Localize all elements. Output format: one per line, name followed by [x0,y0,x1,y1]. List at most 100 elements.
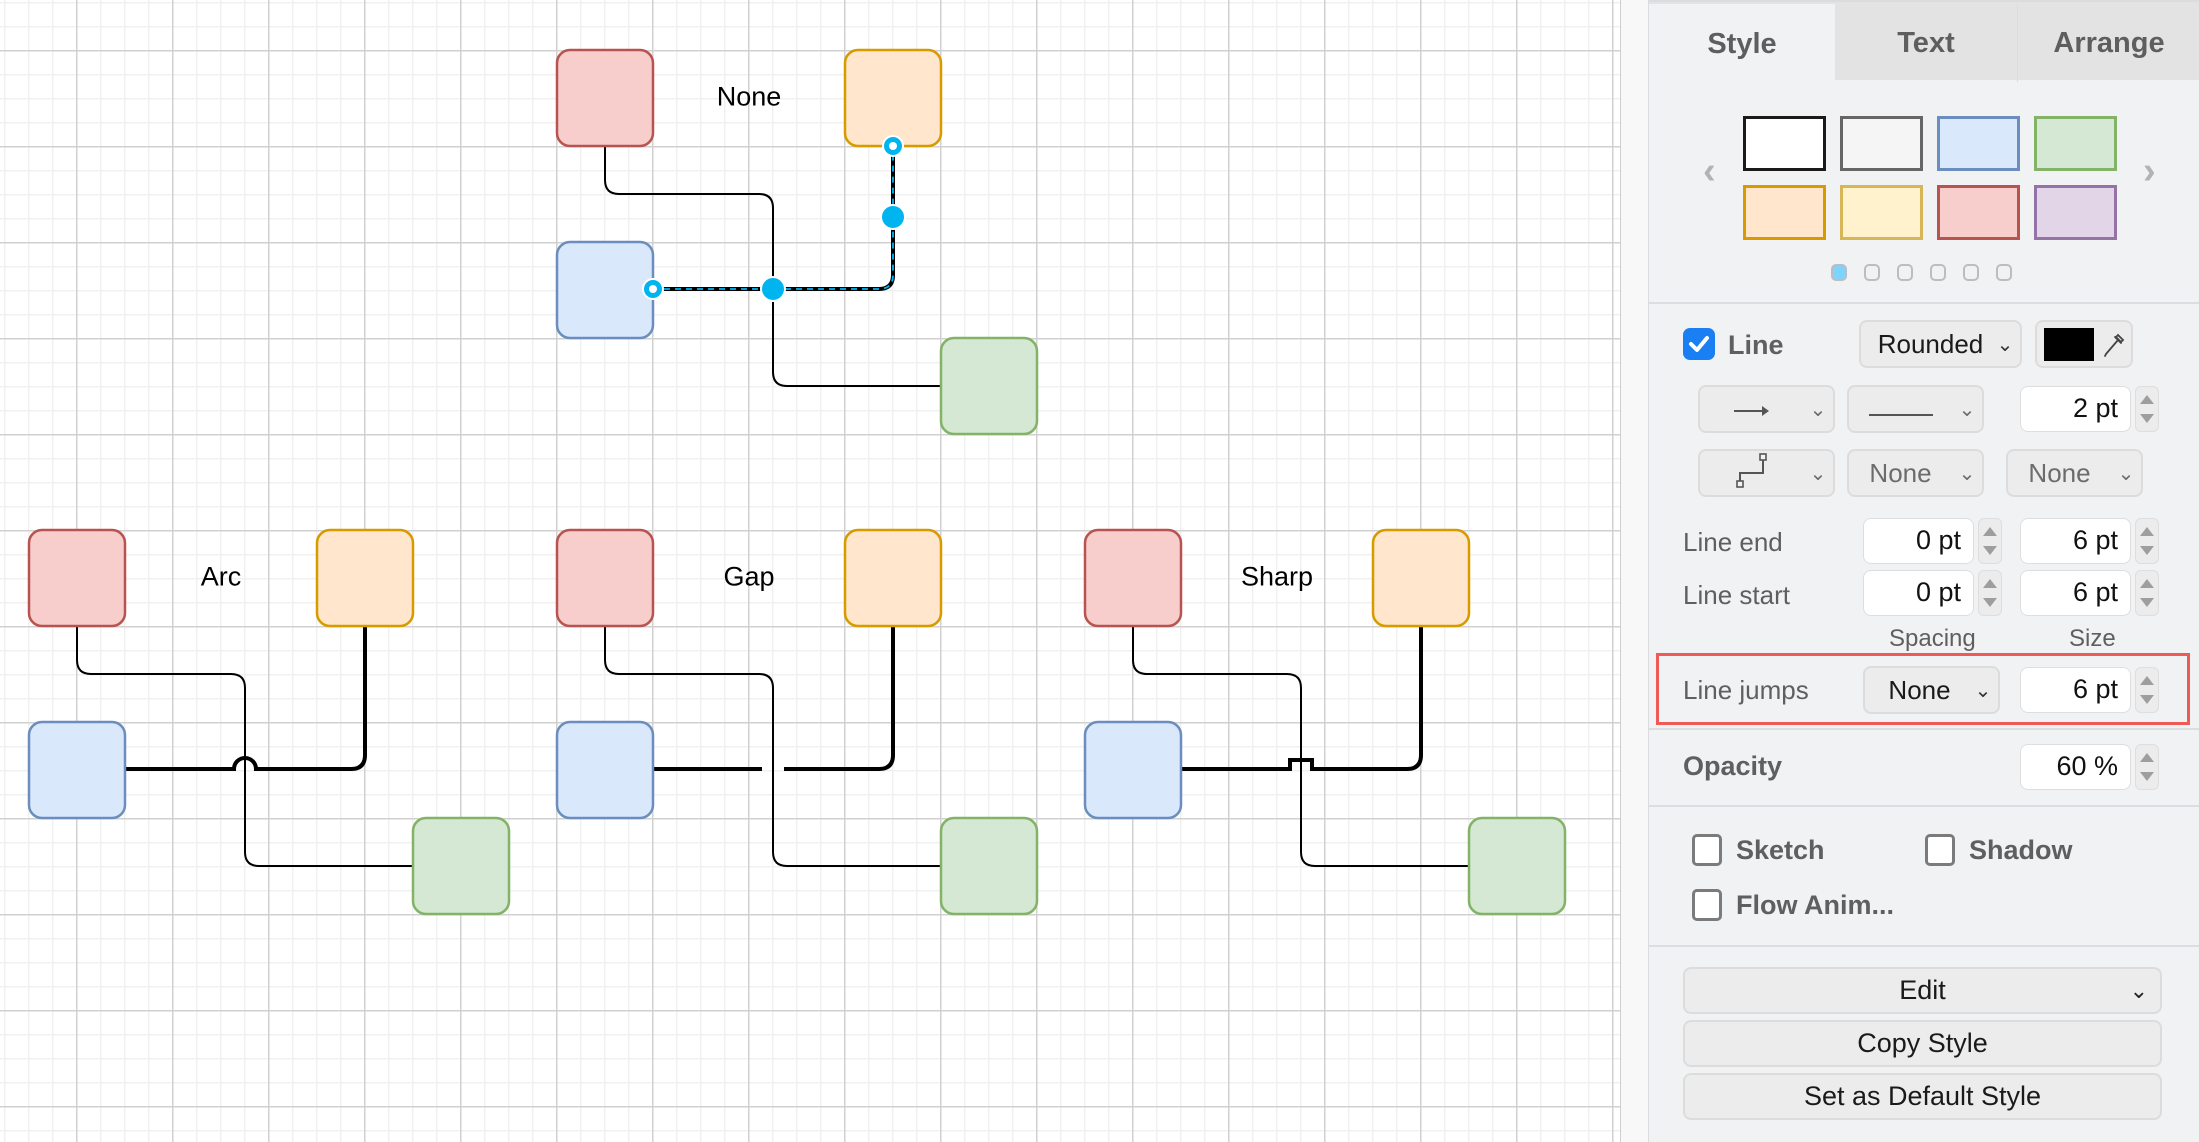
flow-animation-checkbox[interactable] [1692,889,1722,921]
connector-thin-arc[interactable] [76,626,413,867]
stepper-up-icon[interactable] [2140,579,2154,588]
stepper-down-icon[interactable] [1983,546,1997,555]
shape-red[interactable] [27,528,127,628]
line-end-size-input[interactable]: 6 pt [2020,518,2131,564]
diagram-svg[interactable] [0,0,1620,1142]
stepper-down-icon[interactable] [2140,598,2154,607]
line-pattern-select[interactable]: ⌄ [1847,385,1984,433]
shape-orange[interactable] [315,528,415,628]
line-checkbox[interactable] [1683,328,1715,360]
swatch-page-dot[interactable] [1930,264,1946,281]
shape-blue[interactable] [555,720,655,820]
edge-midpoint-handle[interactable] [880,204,906,230]
style-swatch[interactable] [1937,185,2020,240]
diagram-label-none[interactable]: None [717,82,782,113]
swatch-page-dot[interactable] [1831,264,1847,281]
style-swatch[interactable] [1743,116,1826,171]
stepper-up-icon[interactable] [2140,676,2154,685]
swatch-prev-icon[interactable]: ‹ [1703,150,1716,193]
stepper-down-icon[interactable] [2140,772,2154,781]
line-width-input[interactable]: 2 pt [2020,386,2131,432]
shape-red[interactable] [555,528,655,628]
line-color-button[interactable] [2035,320,2133,368]
style-swatch[interactable] [1840,116,1923,171]
connector-thin-sharp[interactable] [1132,626,1469,867]
line-start-marker-select[interactable]: None ⌄ [1847,449,1984,497]
tab-style[interactable]: Style [1649,4,1835,84]
line-style-select[interactable]: Rounded ⌄ [1859,320,2022,368]
style-swatch[interactable] [2034,116,2117,171]
stepper-down-icon[interactable] [2140,546,2154,555]
divider [1649,805,2199,807]
swatch-page-dot[interactable] [1963,264,1979,281]
tab-arrange[interactable]: Arrange [2018,4,2199,82]
shape-orange[interactable] [1371,528,1471,628]
spacing-column-header: Spacing [1889,625,1976,652]
shape-orange[interactable] [843,528,943,628]
opacity-stepper[interactable] [2135,744,2159,790]
diagram-canvas[interactable]: None Arc Gap Sharp [0,0,1620,1142]
shape-green[interactable] [1467,816,1567,916]
connector-thin-gap[interactable] [604,626,941,867]
edit-style-dropdown[interactable]: Edit ⌄ [1683,967,2162,1014]
stepper-down-icon[interactable] [2140,414,2154,423]
shape-blue[interactable] [555,240,655,340]
shape-red[interactable] [555,48,655,148]
divider [1649,302,2199,304]
line-start-size-stepper[interactable] [2135,570,2159,616]
swatch-next-icon[interactable]: › [2143,150,2156,193]
stepper-up-icon[interactable] [2140,753,2154,762]
diagram-label-sharp[interactable]: Sharp [1241,562,1313,593]
swatch-page-dot[interactable] [1864,264,1880,281]
line-start-size-input[interactable]: 6 pt [2020,570,2131,616]
waypoint-style-select[interactable]: ⌄ [1698,449,1835,497]
swatch-page-dot[interactable] [1996,264,2012,281]
stepper-down-icon[interactable] [1983,598,1997,607]
line-start-spacing-stepper[interactable] [1978,570,2002,616]
shadow-checkbox[interactable] [1925,834,1955,866]
line-end-marker-value: None [2028,457,2091,488]
shape-green[interactable] [411,816,511,916]
shape-green[interactable] [939,336,1039,436]
connector-thin-none[interactable] [604,146,941,387]
stepper-up-icon[interactable] [2140,527,2154,536]
style-swatch[interactable] [2034,185,2117,240]
line-style-value: Rounded [1877,328,1984,359]
stepper-up-icon[interactable] [2140,395,2154,404]
line-end-spacing-stepper[interactable] [1978,518,2002,564]
line-end-size-stepper[interactable] [2135,518,2159,564]
style-swatch[interactable] [1937,116,2020,171]
line-jumps-style-select[interactable]: None ⌄ [1863,666,2000,714]
stepper-up-icon[interactable] [1983,579,1997,588]
line-end-spacing-input[interactable]: 0 pt [1863,518,1974,564]
line-start-marker-value: None [1869,457,1932,488]
opacity-input[interactable]: 60 % [2020,744,2131,790]
stepper-up-icon[interactable] [1983,527,1997,536]
line-jumps-size-stepper[interactable] [2135,667,2159,713]
copy-style-button[interactable]: Copy Style [1683,1020,2162,1067]
stepper-down-icon[interactable] [2140,695,2154,704]
sketch-checkbox[interactable] [1692,834,1722,866]
edge-midpoint-handle[interactable] [760,276,786,302]
set-default-style-button[interactable]: Set as Default Style [1683,1073,2162,1120]
chevron-down-icon: ⌄ [1996,333,2014,356]
swatch-page-dot[interactable] [1897,264,1913,281]
shape-red[interactable] [1083,528,1183,628]
line-width-stepper[interactable] [2135,386,2159,432]
shape-orange[interactable] [843,48,943,148]
line-jumps-size-input[interactable]: 6 pt [2020,667,2131,713]
shape-green[interactable] [939,816,1039,916]
solid-line-icon [1868,413,1933,416]
tab-text[interactable]: Text [1835,4,2018,82]
diagram-label-arc[interactable]: Arc [201,562,242,593]
flow-animation-label: Flow Anim... [1736,890,1894,920]
shape-blue[interactable] [1083,720,1183,820]
style-swatch[interactable] [1743,185,1826,240]
diagram-label-gap[interactable]: Gap [723,562,774,593]
connector-arrow-select[interactable]: ⌄ [1698,385,1835,433]
line-start-spacing-input[interactable]: 0 pt [1863,570,1974,616]
style-swatch[interactable] [1840,185,1923,240]
shape-blue[interactable] [27,720,127,820]
line-end-marker-select[interactable]: None ⌄ [2006,449,2143,497]
format-panel: Style Text Arrange ‹ › Line Rounded ⌄ ⌄ … [1648,0,2199,1142]
